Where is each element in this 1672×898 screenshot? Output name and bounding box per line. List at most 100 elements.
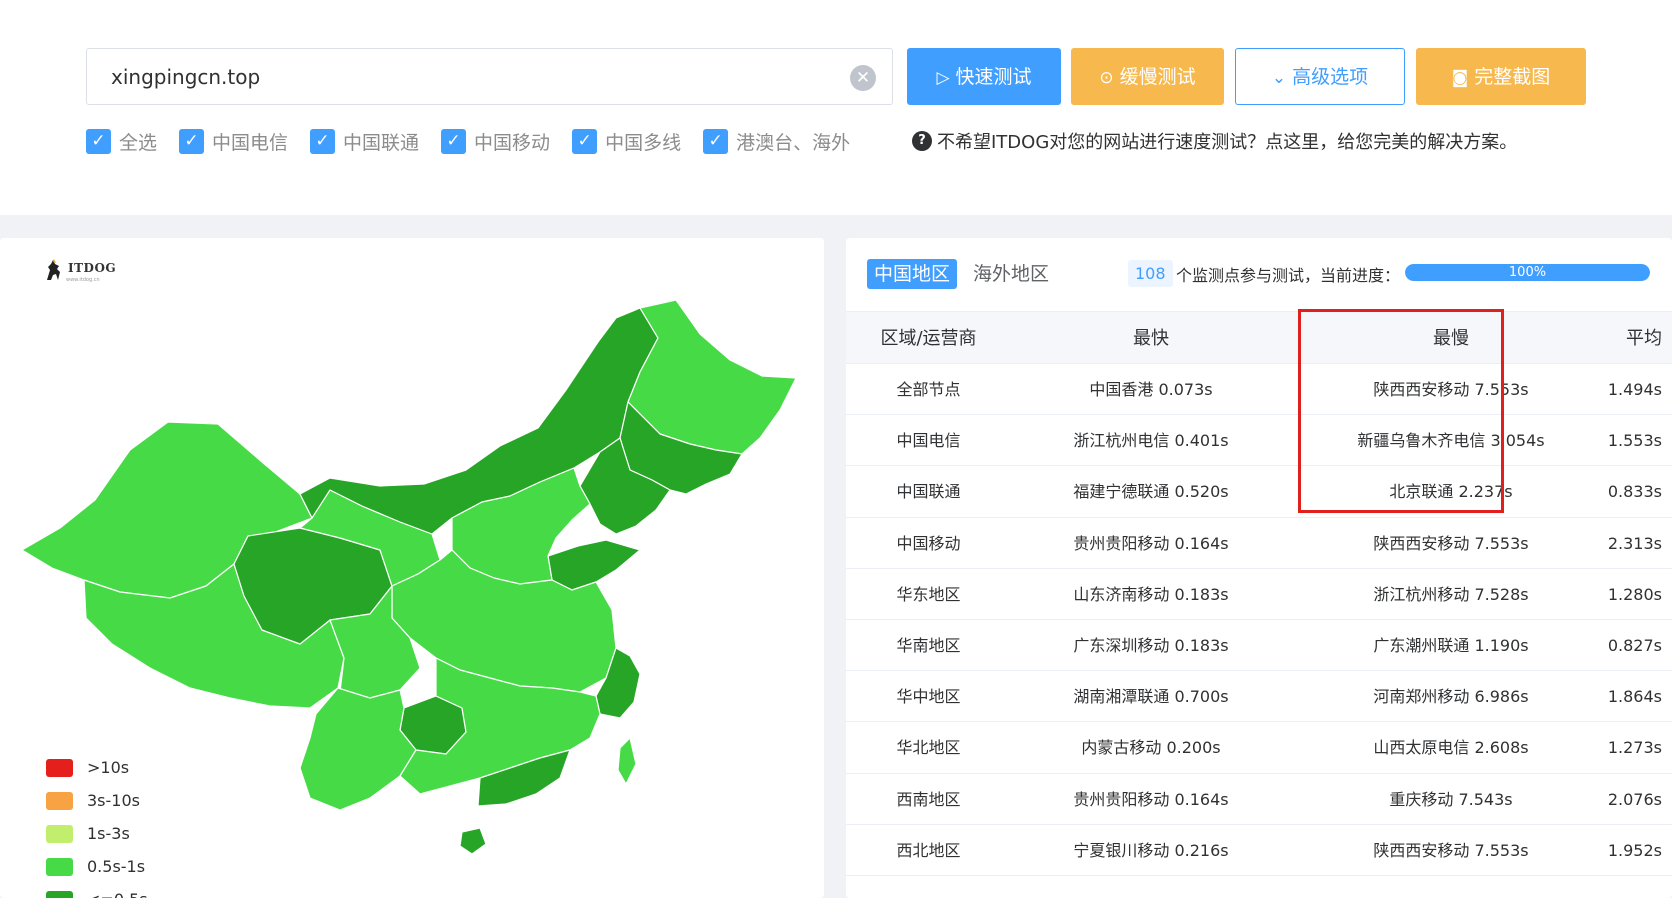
logo-text: ITDOG xyxy=(68,261,117,275)
cell-slowest: 河南郑州移动 6.986s xyxy=(1373,687,1529,707)
table-row: 华南地区 广东深圳移动 0.183s 广东潮州联通 1.190s 0.827s xyxy=(846,620,1672,672)
cell-average: 1.864s xyxy=(1607,687,1662,707)
cell-region: 华南地区 xyxy=(896,635,961,655)
close-circle-icon[interactable]: ✕ xyxy=(850,65,876,91)
table-row: 中国联通 福建宁德联通 0.520s 北京联通 2.237s 0.833s xyxy=(846,466,1672,518)
cell-fastest: 浙江杭州电信 0.401s xyxy=(1073,431,1229,451)
column-header-fastest: 最快 xyxy=(1133,328,1169,349)
legend-item: 1s-3s xyxy=(46,817,148,850)
cell-average: 2.313s xyxy=(1607,533,1662,553)
cell-fastest: 湖南湘潭联通 0.700s xyxy=(1073,687,1229,707)
checkbox-label: 中国多线 xyxy=(605,131,682,154)
results-panel: 中国地区 海外地区 108 个监测点参与测试，当前进度： 100% 区域/运营商… xyxy=(846,238,1672,898)
logo-subtext: www.itdog.cn xyxy=(66,277,100,283)
fast-test-label: 快速测试 xyxy=(955,66,1032,88)
test-config-panel: xingpingcn.top ✕ ▷ 快速测试 ⊙ 缓慢测试 ⌄ 高级选项 ◙ 完整截图… xyxy=(0,0,1672,215)
cell-slowest: 广东潮州联通 1.190s xyxy=(1373,635,1529,655)
table-row: 华北地区 内蒙古移动 0.200s 山西太原电信 2.608s 1.273s xyxy=(846,722,1672,774)
cell-fastest: 广东深圳移动 0.183s xyxy=(1073,635,1229,655)
cell-average: 2.076s xyxy=(1607,789,1662,809)
cell-average: 1.553s xyxy=(1607,431,1662,451)
screenshot-button[interactable]: ◙ 完整截图 xyxy=(1416,48,1586,105)
cell-region: 西北地区 xyxy=(896,840,961,860)
checkbox-label: 港澳台、海外 xyxy=(736,131,851,154)
checkbox-overseas[interactable]: ✓ 港澳台、海外 xyxy=(703,128,850,155)
check-icon: ✓ xyxy=(86,128,111,154)
legend-swatch xyxy=(46,890,73,898)
dog-logo-icon xyxy=(47,259,60,280)
double-chevron-down-icon: ⌄ xyxy=(1271,68,1287,88)
tab-china[interactable]: 中国地区 xyxy=(867,259,958,289)
cell-average: 0.827s xyxy=(1607,635,1662,655)
progress-bar: 100% xyxy=(1405,264,1650,281)
checkbox-label: 全选 xyxy=(119,131,158,154)
legend-label: <=0.5s xyxy=(87,890,148,898)
cell-slowest: 浙江杭州移动 7.528s xyxy=(1373,584,1529,604)
column-header-average: 平均 xyxy=(1626,328,1662,349)
legend-label: 0.5s-1s xyxy=(87,857,146,876)
table-row: 西南地区 贵州贵阳移动 0.164s 重庆移动 7.543s 2.076s xyxy=(846,774,1672,825)
slow-test-button[interactable]: ⊙ 缓慢测试 xyxy=(1071,48,1224,105)
cell-average: 1.952s xyxy=(1607,840,1662,860)
opt-out-text: 不希望ITDOG对您的网站进行速度测试？点这里，给您完美的解决方案。 xyxy=(937,132,1518,153)
table-row: 中国移动 贵州贵阳移动 0.164s 陕西西安移动 7.553s 2.313s xyxy=(846,518,1672,569)
legend-swatch xyxy=(46,758,73,777)
checkbox-select-all[interactable]: ✓ 全选 xyxy=(86,128,157,155)
speed-legend: >10s 3s-10s 1s-3s 0.5s-1s <=0.5s xyxy=(46,751,148,898)
cell-slowest: 陕西西安移动 7.553s xyxy=(1373,380,1529,399)
checkbox-mobile[interactable]: ✓ 中国移动 xyxy=(441,128,550,155)
cell-average: 1.494s xyxy=(1607,380,1662,399)
cell-slowest: 北京联通 2.237s xyxy=(1389,482,1513,502)
legend-item: 3s-10s xyxy=(46,784,148,817)
screenshot-label: 完整截图 xyxy=(1474,66,1551,88)
cell-slowest: 陕西西安移动 7.553s xyxy=(1373,840,1529,860)
cell-slowest: 新疆乌鲁木齐电信 3.054s xyxy=(1357,431,1545,451)
isp-checkbox-group: ✓ 全选 ✓ 中国电信 ✓ 中国联通 ✓ 中国移动 ✓ 中国多线 ✓ 港澳台、海外 xyxy=(86,126,872,156)
checkbox-multiline[interactable]: ✓ 中国多线 xyxy=(572,128,681,155)
url-input[interactable]: xingpingcn.top ✕ xyxy=(86,48,893,105)
map-region-hainan xyxy=(459,827,487,855)
cell-region: 西南地区 xyxy=(896,789,961,809)
map-region-yunnan xyxy=(299,687,417,811)
cell-region: 中国联通 xyxy=(896,482,961,502)
cell-fastest: 中国香港 0.073s xyxy=(1089,380,1213,399)
check-icon: ✓ xyxy=(179,128,205,154)
speed-map-panel: ITDOG www.itdog.cn >10s 3s-10s 1s-3s 0.5… xyxy=(0,238,824,898)
camera-icon: ◙ xyxy=(1451,68,1469,88)
table-row: 全部节点 中国香港 0.073s 陕西西安移动 7.553s 1.494s xyxy=(846,364,1672,416)
table-row: 中国电信 浙江杭州电信 0.401s 新疆乌鲁木齐电信 3.054s 1.553s xyxy=(846,415,1672,467)
column-header-slowest: 最慢 xyxy=(1433,328,1469,349)
cell-fastest: 福建宁德联通 0.520s xyxy=(1073,482,1229,502)
legend-label: 1s-3s xyxy=(87,824,130,843)
progress-label: 100% xyxy=(1508,265,1547,280)
legend-swatch xyxy=(46,857,73,876)
node-count-badge: 108 xyxy=(1128,260,1173,287)
cell-region: 华东地区 xyxy=(896,584,961,604)
check-icon: ✓ xyxy=(441,128,467,154)
legend-swatch xyxy=(46,791,73,810)
advanced-options-button[interactable]: ⌄ 高级选项 xyxy=(1235,48,1405,105)
table-row: 华中地区 湖南湘潭联通 0.700s 河南郑州移动 6.986s 1.864s xyxy=(846,671,1672,723)
table-row: 华东地区 山东济南移动 0.183s 浙江杭州移动 7.528s 1.280s xyxy=(846,569,1672,620)
node-count-text: 个监测点参与测试，当前进度： xyxy=(1176,266,1401,285)
question-circle-icon: ? xyxy=(912,131,932,151)
cell-region: 中国移动 xyxy=(896,533,961,553)
checkbox-telecom[interactable]: ✓ 中国电信 xyxy=(179,128,288,155)
tab-overseas[interactable]: 海外地区 xyxy=(966,259,1056,289)
cell-average: 1.273s xyxy=(1607,738,1662,758)
cell-region: 全部节点 xyxy=(896,380,961,399)
cell-region: 中国电信 xyxy=(896,431,961,451)
column-header-region: 区域/运营商 xyxy=(880,328,977,349)
checkbox-unicom[interactable]: ✓ 中国联通 xyxy=(310,128,419,155)
fast-test-button[interactable]: ▷ 快速测试 xyxy=(907,48,1061,105)
cell-slowest: 山西太原电信 2.608s xyxy=(1373,738,1529,758)
map-region-taiwan xyxy=(617,737,637,785)
legend-swatch xyxy=(46,824,73,843)
legend-item: >10s xyxy=(46,751,148,784)
cell-slowest: 陕西西安移动 7.553s xyxy=(1373,533,1529,553)
table-row: 西北地区 宁夏银川移动 0.216s 陕西西安移动 7.553s 1.952s xyxy=(846,825,1672,876)
url-input-value: xingpingcn.top xyxy=(111,65,261,89)
opt-out-link[interactable]: ? 不希望ITDOG对您的网站进行速度测试？点这里，给您完美的解决方案。 xyxy=(912,128,1517,154)
checkbox-label: 中国电信 xyxy=(212,131,289,154)
results-table-header: 区域/运营商 最快 最慢 平均 xyxy=(846,311,1672,364)
